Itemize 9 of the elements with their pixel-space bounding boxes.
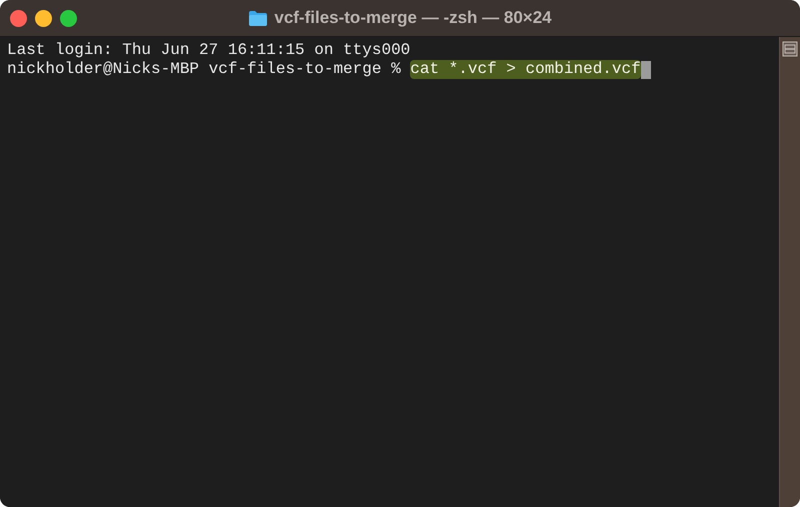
terminal-text: Last login: Thu Jun 27 16:11:15 on ttys000 — [7, 41, 410, 60]
minimize-button[interactable] — [35, 10, 52, 26]
terminal-text: nickholder@Nicks-MBP vcf-files-to-merge % — [7, 60, 402, 79]
close-button[interactable] — [10, 10, 27, 26]
command-text: cat *.vcf > combined.vcf — [410, 60, 641, 79]
folder-icon — [248, 10, 268, 26]
split-icon[interactable] — [782, 41, 798, 57]
zoom-button[interactable] — [60, 10, 77, 26]
window-title: vcf-files-to-merge — -zsh — 80×24 — [274, 7, 552, 30]
